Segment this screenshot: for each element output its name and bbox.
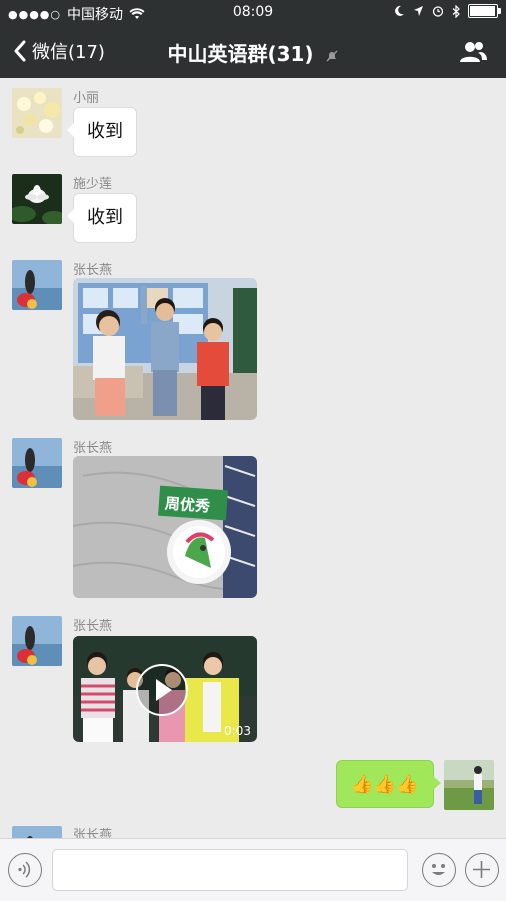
bluetooth-icon <box>452 4 460 18</box>
sent-message-bubble[interactable]: 👍👍👍 <box>336 760 441 808</box>
play-button[interactable] <box>136 664 188 716</box>
message-row: 施少莲 收到 <box>0 164 506 244</box>
sender-name: 张长燕 <box>73 263 113 278</box>
sender-name: 张长燕 <box>73 619 113 634</box>
message-row: 张长燕 <box>0 818 506 838</box>
avatar[interactable] <box>12 616 62 666</box>
thumbs-up-icon: 👍👍👍 <box>351 773 419 795</box>
badge-text-in-photo: 周优秀 <box>164 494 211 516</box>
message-row: 张长燕 0:03 <box>0 606 506 756</box>
battery-level <box>470 6 495 16</box>
message-input[interactable] <box>52 849 408 891</box>
alarm-icon <box>432 6 444 17</box>
message-row-sent: 👍👍👍 <box>0 756 506 816</box>
sender-name: 张长燕 <box>73 828 113 838</box>
avatar[interactable] <box>12 438 62 488</box>
my-avatar[interactable] <box>444 760 494 810</box>
message-bubble[interactable]: 收到 <box>67 107 137 157</box>
avatar-person-field-image <box>444 760 494 810</box>
video-duration: 0:03 <box>224 724 251 738</box>
sender-name: 张长燕 <box>73 441 113 456</box>
message-row: 小丽 收到 <box>0 78 506 158</box>
status-bar: ●●●●○ 中国移动 08:09 <box>0 0 506 26</box>
avatar[interactable] <box>12 260 62 310</box>
mute-bell-icon <box>326 50 338 61</box>
avatar[interactable] <box>12 174 62 224</box>
message-list[interactable]: 小丽 收到 施少莲 收到 张长燕 张长燕 周优秀 张长燕 0:03 👍👍👍 张长… <box>0 78 506 838</box>
voice-button[interactable] <box>8 853 42 887</box>
avatar-lake-image <box>12 826 62 838</box>
message-video[interactable]: 0:03 <box>73 636 257 742</box>
avatar-lake-image <box>12 616 62 666</box>
plus-icon <box>473 861 490 878</box>
sender-name: 小丽 <box>73 91 100 106</box>
avatar-lake-image <box>12 260 62 310</box>
avatar-lake-image <box>12 438 62 488</box>
battery-icon <box>468 4 501 18</box>
avatar[interactable] <box>12 88 62 138</box>
avatar-flowers-image <box>12 88 62 138</box>
message-image[interactable] <box>73 278 257 420</box>
group-members-icon[interactable] <box>458 40 488 64</box>
message-row: 张长燕 周优秀 <box>0 428 506 604</box>
chat-title: 中山英语群(31) <box>0 38 506 67</box>
avatar[interactable] <box>12 826 62 838</box>
emoji-button[interactable] <box>422 853 456 887</box>
message-bubble[interactable]: 收到 <box>67 193 137 243</box>
avatar-lotus-image <box>12 174 62 224</box>
more-button[interactable] <box>465 853 499 887</box>
moon-icon <box>395 5 404 16</box>
location-icon <box>414 6 423 16</box>
group-name: 中山英语群(31) <box>167 42 314 66</box>
chat-header: 微信(17) 中山英语群(31) <box>0 26 506 78</box>
emoji-icon <box>432 864 445 875</box>
input-toolbar <box>0 838 506 901</box>
voice-icon <box>18 861 31 878</box>
sender-name: 施少莲 <box>73 177 113 192</box>
message-row: 张长燕 <box>0 250 506 426</box>
message-image[interactable]: 周优秀 <box>73 456 257 598</box>
